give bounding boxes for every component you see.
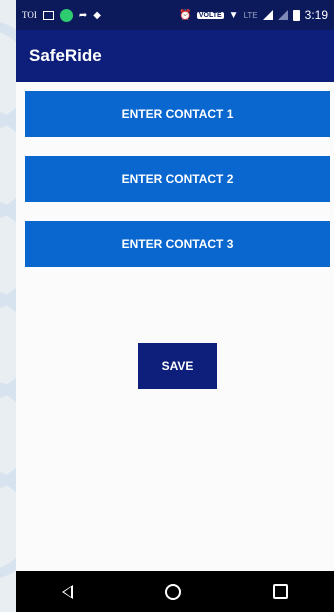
enter-contact-2-button[interactable]: ENTER CONTACT 2	[25, 156, 330, 202]
lte-label: LTE	[243, 10, 258, 20]
navigation-bar	[16, 571, 334, 612]
app-title: SafeRide	[29, 46, 102, 65]
battery-icon	[292, 9, 300, 21]
volte-badge: VOLTE	[196, 11, 224, 19]
phone-screen: TOI ➦ ◆ ⏰ VOLTE ▼ LTE 3:19 SafeRide ENTE…	[16, 0, 334, 612]
enter-contact-1-button[interactable]: ENTER CONTACT 1	[25, 91, 330, 137]
save-button[interactable]: SAVE	[138, 343, 217, 389]
home-icon[interactable]	[165, 583, 181, 600]
recent-apps-icon[interactable]	[273, 584, 288, 599]
app-bar: SafeRide	[16, 30, 334, 82]
gallery-icon	[42, 10, 54, 20]
enter-contact-3-button[interactable]: ENTER CONTACT 3	[25, 221, 330, 267]
whatsapp-icon	[59, 8, 73, 22]
alarm-icon: ⏰	[179, 9, 192, 21]
carrier-text: TOI	[22, 10, 37, 20]
status-bar: TOI ➦ ◆ ⏰ VOLTE ▼ LTE 3:19	[16, 0, 334, 30]
wifi-icon: ▼	[228, 9, 239, 21]
back-icon[interactable]	[62, 584, 73, 599]
signal-icon-secondary	[277, 10, 288, 20]
signal-icon	[262, 10, 273, 20]
share-icon: ➦	[78, 9, 88, 21]
clock-time: 3:19	[304, 8, 328, 22]
android-icon: ◆	[93, 9, 101, 21]
